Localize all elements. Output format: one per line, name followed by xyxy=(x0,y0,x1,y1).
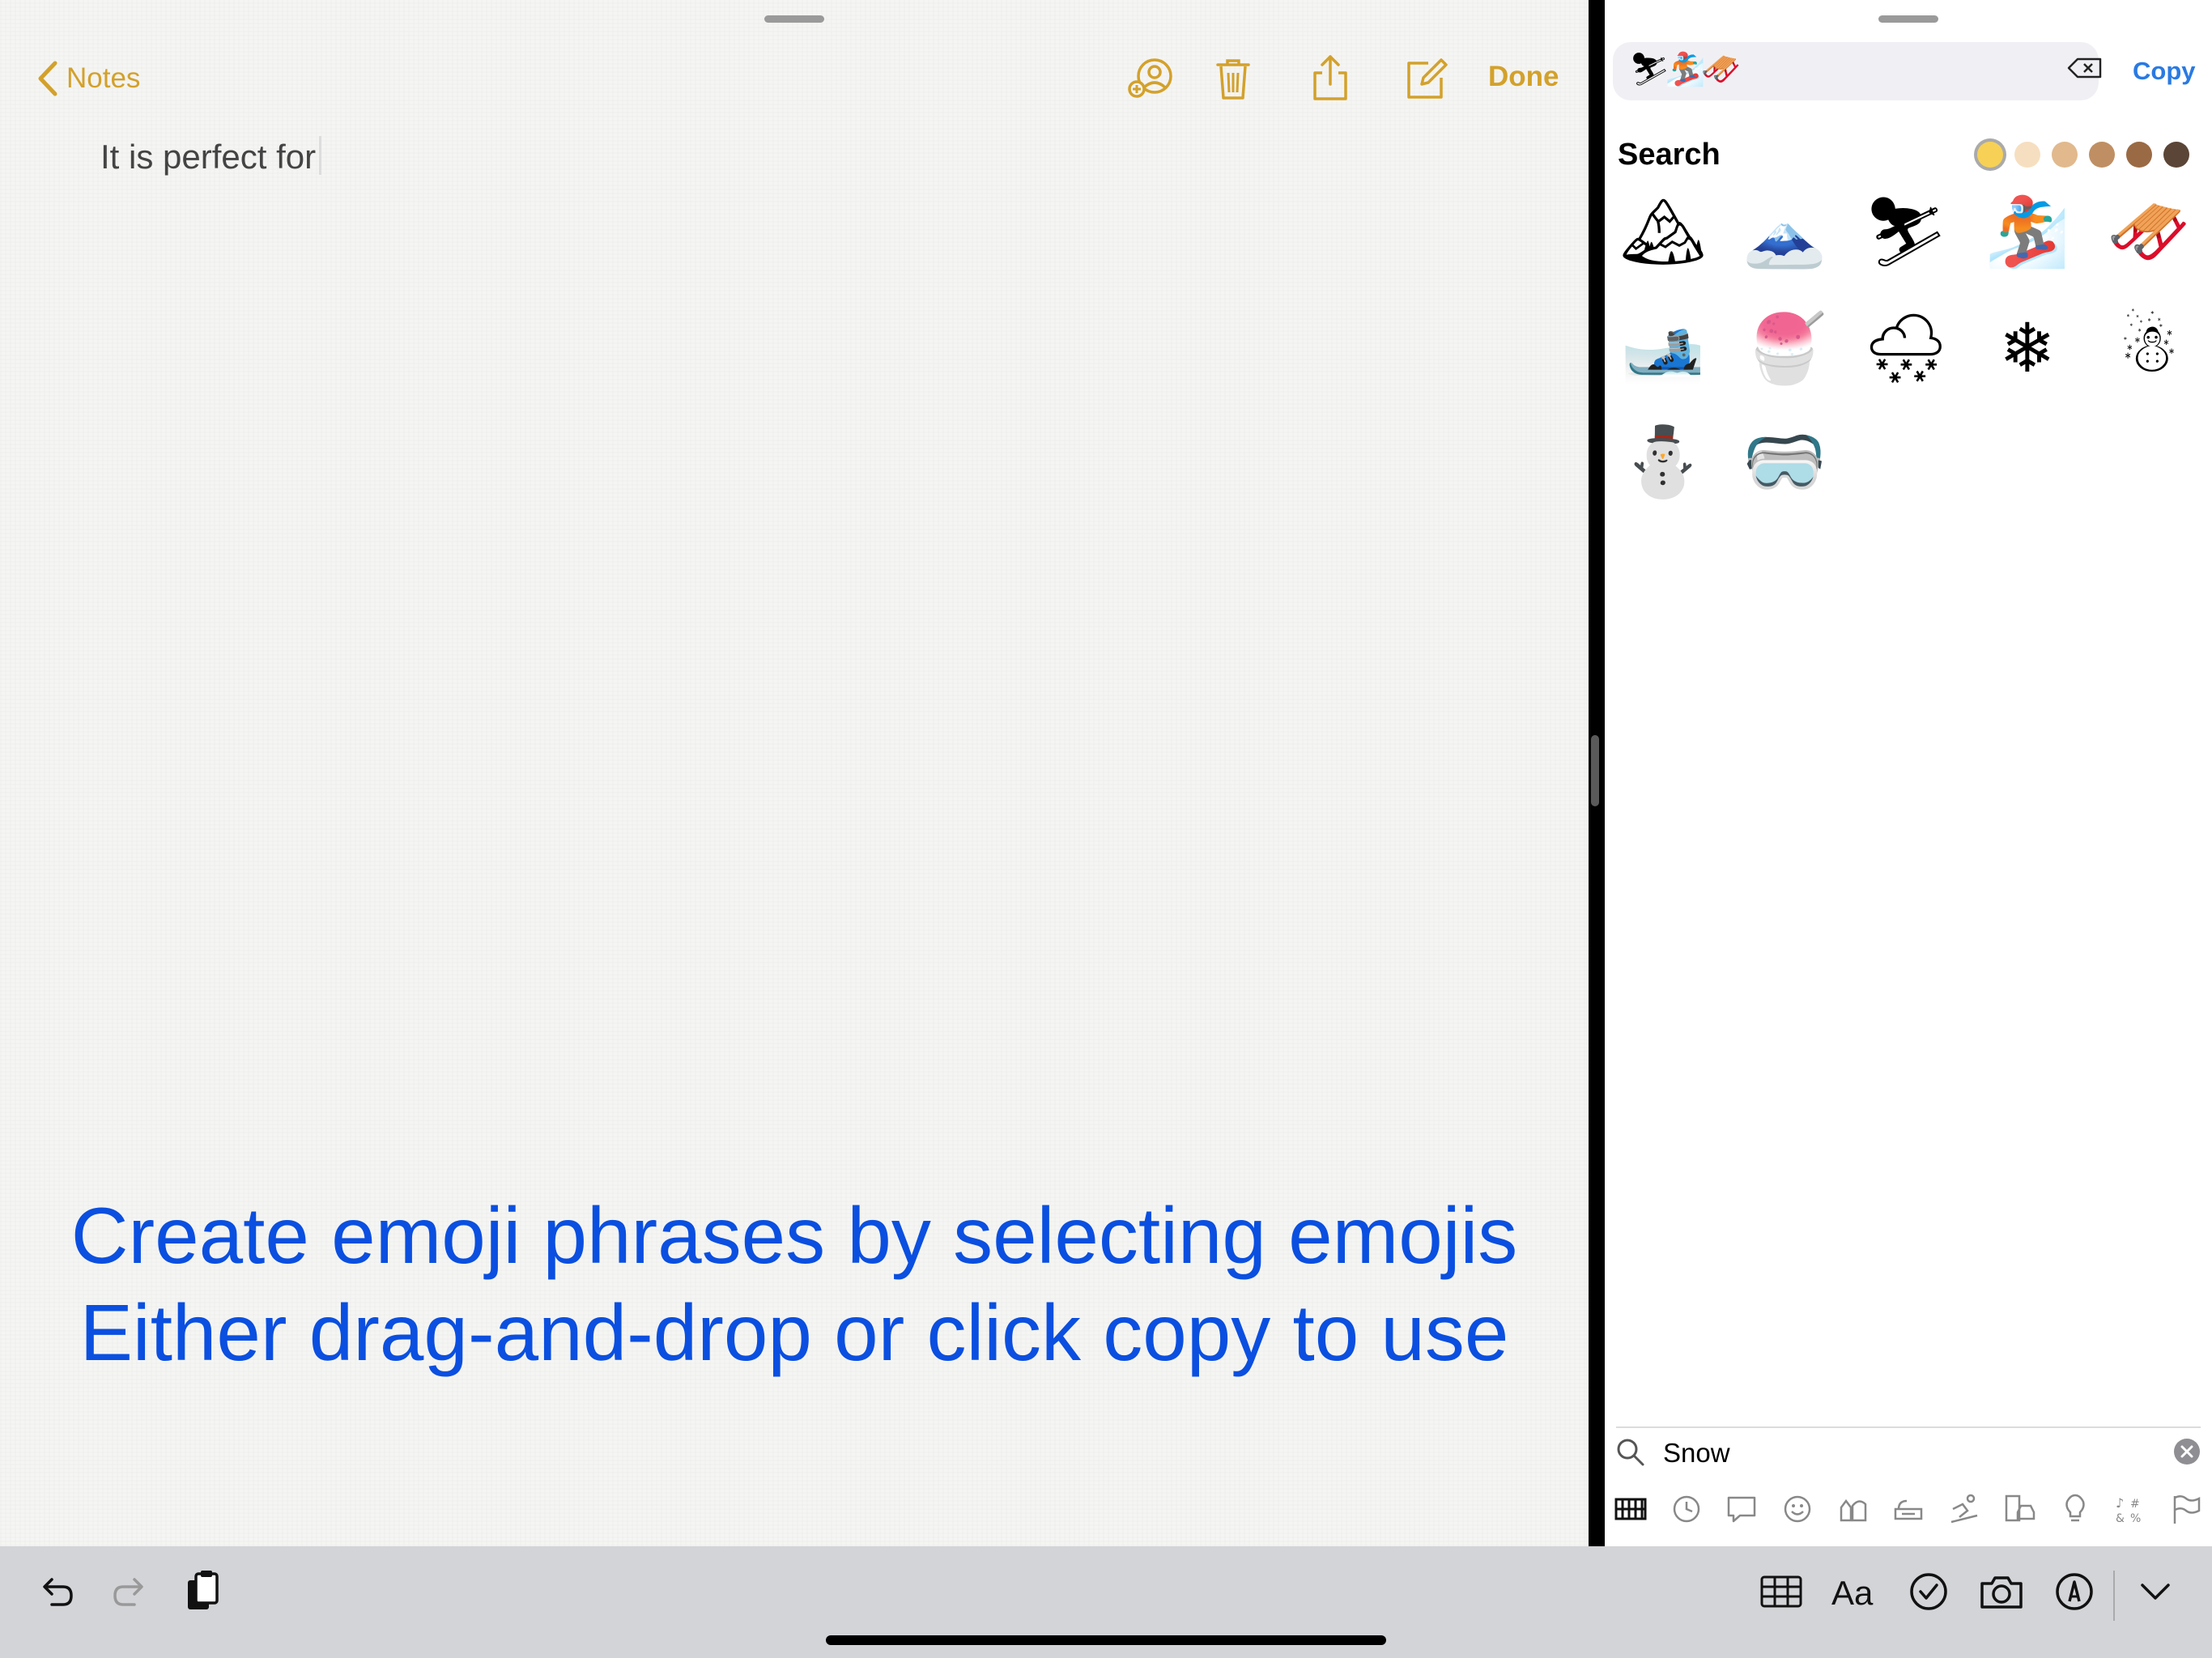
compose-icon[interactable] xyxy=(1401,53,1451,104)
emoji-result[interactable]: 🌨 xyxy=(1857,300,1955,397)
skin-tone-swatch[interactable] xyxy=(2126,142,2152,168)
share-icon[interactable] xyxy=(1305,53,1355,104)
multitask-grabber[interactable] xyxy=(1878,15,1938,23)
emoji-app-pane: ⛷🏂🛷 Copy Search 🏔🗻⛷🏂🛷🎿🍧🌨❄☃⛄🥽 xyxy=(1605,0,2212,1546)
flags-icon[interactable] xyxy=(2168,1491,2204,1527)
search-icon xyxy=(1617,1439,1644,1466)
emoji-result[interactable]: 🛷 xyxy=(2100,183,2197,280)
undo-icon[interactable] xyxy=(34,1569,79,1614)
food-drink-icon[interactable] xyxy=(1891,1491,1926,1527)
animal-nature-icon[interactable] xyxy=(1835,1491,1870,1527)
svg-text:#: # xyxy=(2130,1498,2140,1511)
emoji-phrase-field[interactable]: ⛷🏂🛷 xyxy=(1613,42,2099,100)
markup-pen-icon[interactable] xyxy=(2052,1569,2097,1614)
skin-tone-swatch[interactable] xyxy=(2014,142,2040,168)
copy-button[interactable]: Copy xyxy=(2133,57,2196,86)
emoji-search-bar xyxy=(1616,1431,2201,1475)
clear-search-icon[interactable] xyxy=(2173,1438,2201,1465)
add-collaborator-icon[interactable] xyxy=(1124,53,1174,104)
emoji-result[interactable]: 🗻 xyxy=(1736,183,1833,280)
emoji-result[interactable]: ⛷ xyxy=(1857,183,1955,280)
note-text[interactable]: It is perfect for xyxy=(100,136,322,176)
svg-text:♪: ♪ xyxy=(2116,1495,2124,1511)
frequently-used-icon[interactable] xyxy=(1613,1491,1648,1527)
symbols-icon[interactable]: ♪ # &% xyxy=(2112,1491,2148,1527)
checklist-icon[interactable] xyxy=(1906,1569,1951,1614)
promo-caption-line-1: Create emoji phrases by selecting emojis xyxy=(70,1191,1518,1280)
notes-pane: Notes Done It is perfect for Create emoj… xyxy=(0,0,1589,1546)
emoji-category-bar: ♪ # &% xyxy=(1613,1486,2204,1532)
objects-lightbulb-icon[interactable] xyxy=(2057,1491,2093,1527)
emoji-result[interactable]: 🎿 xyxy=(1614,300,1712,397)
paste-clipboard-icon[interactable] xyxy=(180,1569,225,1614)
emoji-phrase-text: ⛷🏂🛷 xyxy=(1629,52,1741,87)
notes-format-toolbar: Aa xyxy=(0,1546,2212,1658)
dismiss-keyboard-icon[interactable] xyxy=(2133,1569,2178,1614)
promo-caption-line-2: Either drag-and-drop or click copy to us… xyxy=(79,1288,1509,1377)
toolbar-separator xyxy=(2113,1571,2115,1621)
skin-tone-swatch[interactable] xyxy=(2052,142,2078,168)
note-body-text: It is perfect for xyxy=(100,138,317,176)
skin-tone-swatch[interactable] xyxy=(2089,142,2115,168)
redo-icon[interactable] xyxy=(107,1569,152,1614)
emoji-result[interactable]: ❄ xyxy=(1979,300,2076,397)
emoji-result[interactable]: 🍧 xyxy=(1736,300,1833,397)
text-format-button[interactable]: Aa xyxy=(1831,1574,1873,1613)
search-input[interactable] xyxy=(1663,1433,2149,1473)
section-title: Search xyxy=(1618,138,1721,172)
camera-icon[interactable] xyxy=(1979,1569,2024,1614)
split-view-divider-handle[interactable] xyxy=(1591,735,1599,806)
travel-places-icon[interactable] xyxy=(2001,1491,2037,1527)
svg-text:&: & xyxy=(2116,1512,2125,1525)
chevron-left-icon xyxy=(38,61,57,96)
table-icon[interactable] xyxy=(1759,1569,1804,1614)
divider xyxy=(1616,1426,2201,1428)
notes-back-label: Notes xyxy=(66,62,141,94)
skin-tone-selector xyxy=(1977,142,2201,171)
skin-tone-swatch[interactable] xyxy=(2163,142,2189,168)
smiley-icon[interactable] xyxy=(1780,1491,1815,1527)
emoji-result[interactable]: 🏔 xyxy=(1614,183,1712,280)
home-indicator[interactable] xyxy=(826,1635,1386,1645)
activity-icon[interactable] xyxy=(1946,1491,1982,1527)
notes-back-button[interactable]: Notes xyxy=(37,58,140,99)
done-button[interactable]: Done xyxy=(1488,61,1559,93)
trash-icon[interactable] xyxy=(1208,53,1258,104)
emoji-result[interactable]: 🏂 xyxy=(1979,183,2076,280)
svg-text:%: % xyxy=(2130,1512,2141,1525)
emoji-result[interactable]: ⛄ xyxy=(1614,413,1712,510)
delete-backspace-icon[interactable] xyxy=(2066,54,2104,82)
multitask-grabber[interactable] xyxy=(764,15,824,23)
speech-bubble-icon[interactable] xyxy=(1724,1491,1759,1527)
text-caret xyxy=(319,136,322,175)
emoji-result[interactable]: 🥽 xyxy=(1736,413,1833,510)
emoji-result[interactable]: ☃ xyxy=(2100,300,2197,397)
recent-clock-icon[interactable] xyxy=(1669,1491,1704,1527)
skin-tone-swatch[interactable] xyxy=(1977,142,2003,168)
